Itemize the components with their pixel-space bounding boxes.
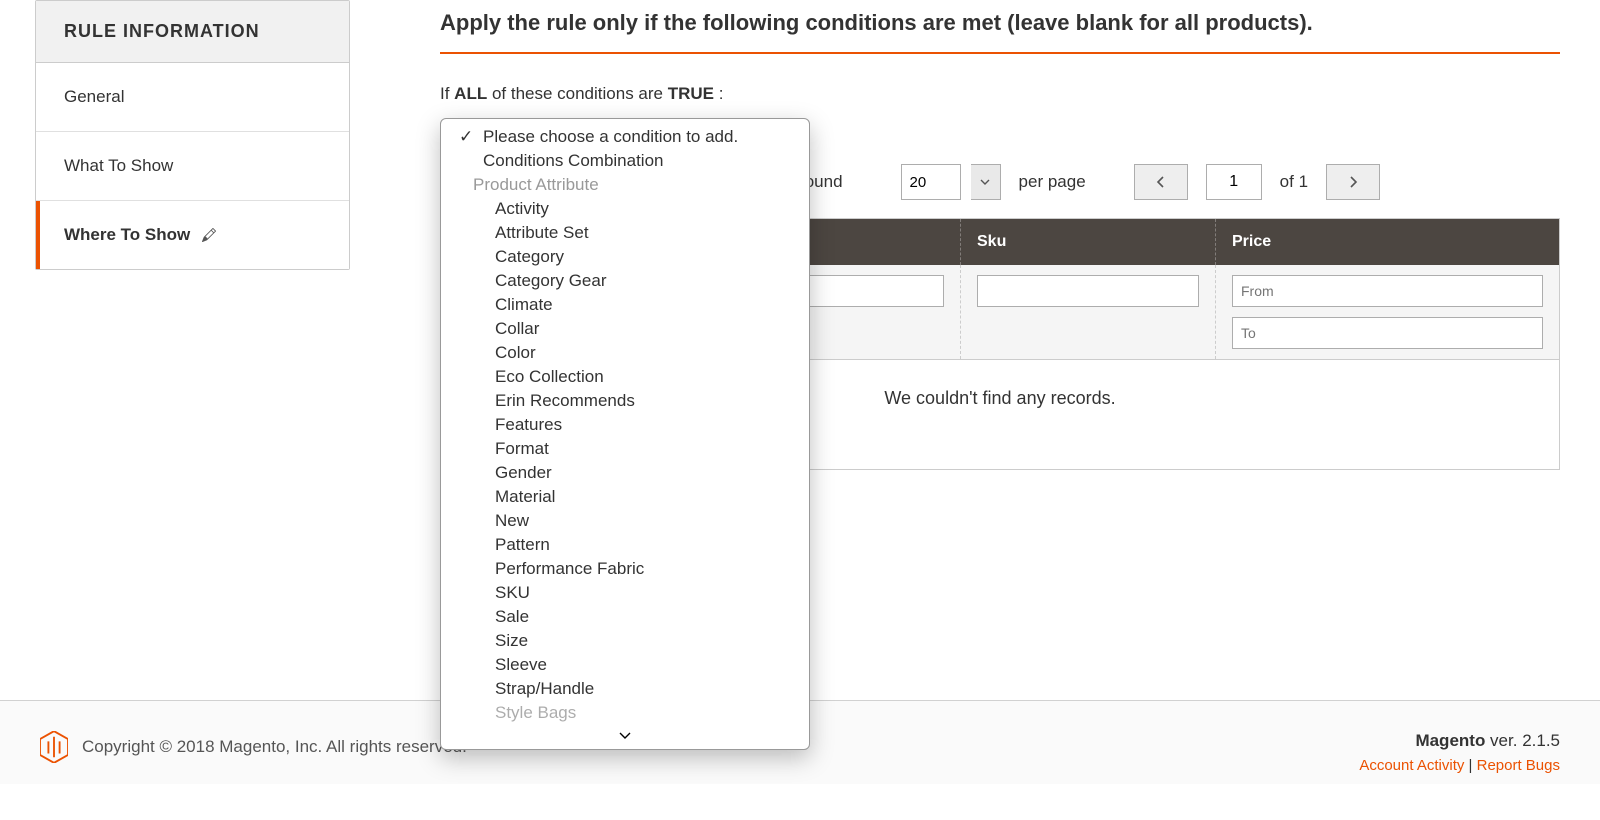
sidebar-item-where-to-show[interactable]: Where To Show [36,201,349,269]
dropdown-item[interactable]: Eco Collection [441,365,809,389]
dropdown-item[interactable]: Size [441,629,809,653]
per-page-toggle[interactable] [971,164,1001,200]
dropdown-item[interactable]: Conditions Combination [441,149,809,173]
footer-version: 2.1.5 [1522,731,1560,750]
per-page-select[interactable] [901,164,961,200]
dropdown-item[interactable]: SKU [441,581,809,605]
dropdown-item[interactable]: Category Gear [441,269,809,293]
dropdown-item[interactable]: Color [441,341,809,365]
dropdown-item[interactable]: Pattern [441,533,809,557]
dropdown-item[interactable]: Gender [441,461,809,485]
pager-prev-button[interactable] [1134,164,1188,200]
sidebar-header: RULE INFORMATION [36,1,349,63]
dropdown-item[interactable]: Erin Recommends [441,389,809,413]
dropdown-item[interactable]: Performance Fabric [441,557,809,581]
sidebar-item-label: What To Show [64,156,173,175]
dropdown-item-placeholder[interactable]: Please choose a condition to add. [441,125,809,149]
dropdown-item[interactable]: Format [441,437,809,461]
sidebar-item-what-to-show[interactable]: What To Show [36,132,349,201]
filter-input-price-from[interactable] [1232,275,1543,307]
caret-down-icon [980,179,990,185]
dropdown-scroll-down-icon[interactable] [441,725,809,749]
cond-prefix: If [440,84,454,103]
cond-suffix: : [714,84,723,103]
col-header-price[interactable]: Price [1216,219,1560,266]
dropdown-item[interactable]: Category [441,245,809,269]
filter-input-price-to[interactable] [1232,317,1543,349]
cond-mid: of these conditions are [487,84,668,103]
cond-value[interactable]: TRUE [668,84,714,103]
per-page-label: per page [1019,172,1086,192]
pencil-icon [202,228,216,242]
footer-link-account-activity[interactable]: Account Activity [1359,757,1464,774]
dropdown-item[interactable]: Sale [441,605,809,629]
dropdown-item[interactable]: Climate [441,293,809,317]
condition-root-line: If ALL of these conditions are TRUE : [440,84,1560,104]
col-header-sku[interactable]: Sku [961,219,1216,266]
chevron-right-icon [1348,176,1358,188]
sidebar-item-general[interactable]: General [36,63,349,132]
pager-of-label: of 1 [1280,172,1308,192]
footer-link-sep: | [1464,757,1476,774]
dropdown-item[interactable]: Style Bags [441,701,809,725]
footer-ver-label: ver. [1485,731,1522,750]
magento-logo-icon [40,731,68,763]
cond-aggregator[interactable]: ALL [454,84,487,103]
condition-add-dropdown[interactable]: Please choose a condition to add.Conditi… [440,118,810,750]
footer-link-report-bugs[interactable]: Report Bugs [1477,757,1560,774]
dropdown-item[interactable]: Material [441,485,809,509]
dropdown-item[interactable]: New [441,509,809,533]
dropdown-item[interactable]: Strap/Handle [441,677,809,701]
dropdown-item: Product Attribute [441,173,809,197]
pager-page-input[interactable] [1206,164,1262,200]
footer-brand: Magento [1415,731,1485,750]
dropdown-item[interactable]: Activity [441,197,809,221]
dropdown-item[interactable]: Attribute Set [441,221,809,245]
filter-input-sku[interactable] [977,275,1199,307]
sidebar-item-label: General [64,87,124,106]
pager-next-button[interactable] [1326,164,1380,200]
chevron-left-icon [1156,176,1166,188]
section-title: Apply the rule only if the following con… [440,10,1560,54]
dropdown-item[interactable]: Features [441,413,809,437]
dropdown-item[interactable]: Collar [441,317,809,341]
copyright-text: Copyright © 2018 Magento, Inc. All right… [82,737,467,757]
dropdown-item[interactable]: Sleeve [441,653,809,677]
sidebar-item-label: Where To Show [64,225,190,245]
